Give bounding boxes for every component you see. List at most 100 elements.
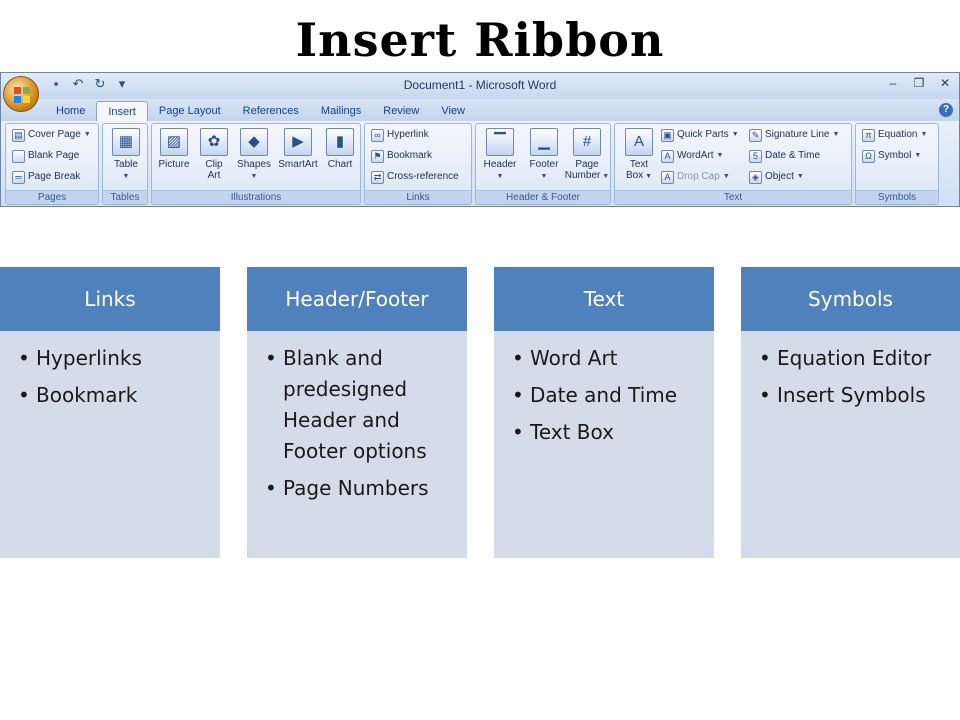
window-title: Document1 - Microsoft Word	[403, 78, 557, 92]
list-item: Bookmark	[18, 380, 210, 411]
minimize-icon[interactable]: –	[885, 76, 901, 90]
header-button[interactable]: ▔ Header ▼	[478, 128, 522, 192]
wordart-button[interactable]: A WordArt ▼	[661, 147, 723, 165]
office-button[interactable]	[3, 76, 39, 112]
date-time-button[interactable]: 5 Date & Time	[749, 147, 820, 165]
blank-page-button[interactable]: Blank Page	[12, 147, 79, 165]
slide-title: Insert Ribbon	[295, 13, 665, 67]
equation-button[interactable]: π Equation ▼	[862, 126, 927, 144]
signature-line-label: Signature Line	[765, 129, 830, 140]
text-box-button[interactable]: A Text Box ▼	[619, 128, 659, 192]
tab-mailings[interactable]: Mailings	[310, 101, 372, 121]
tab-review[interactable]: Review	[372, 101, 430, 121]
card-list: Blank and predesigned Header and Footer …	[247, 331, 467, 504]
list-item: Text Box	[512, 417, 704, 448]
shapes-label: Shapes	[237, 159, 271, 170]
list-item: Date and Time	[512, 380, 704, 411]
quick-parts-button[interactable]: ▣ Quick Parts ▼	[661, 126, 739, 144]
group-label-symbols: Symbols	[856, 190, 938, 204]
group-symbols: π Equation ▼ Ω Symbol ▼ Symbols	[855, 123, 939, 205]
close-icon[interactable]: ✕	[937, 76, 953, 90]
hyperlink-button[interactable]: ∞ Hyperlink	[371, 126, 429, 144]
group-text: A Text Box ▼ ▣ Quick Parts ▼ A WordArt ▼ A Drop…	[614, 123, 852, 205]
list-item: Equation Editor	[759, 343, 950, 374]
text-box-label-1: Text	[629, 159, 649, 170]
office-logo-icon	[14, 87, 30, 103]
card-title: Symbols	[741, 267, 960, 331]
card-symbols: Symbols Equation Editor Insert Symbols	[741, 267, 960, 558]
title-bar: ▪ ↶ ↻ ▾ Document1 - Microsoft Word – ❐ ✕	[1, 73, 959, 99]
bookmark-button[interactable]: ⚑ Bookmark	[371, 147, 432, 165]
object-button[interactable]: ◈ Object ▼	[749, 168, 804, 186]
drop-cap-icon: A	[661, 170, 674, 184]
page-break-label: Page Break	[28, 171, 81, 182]
card-text: Text Word Art Date and Time Text Box	[494, 267, 714, 558]
window-controls: – ❐ ✕	[885, 76, 953, 90]
cover-page-icon: ▤	[12, 128, 25, 142]
drop-cap-button[interactable]: A Drop Cap ▼	[661, 168, 730, 186]
page-number-button[interactable]: # Page Number ▼	[564, 128, 610, 192]
object-label: Object	[765, 171, 794, 182]
chart-button[interactable]: ▮ Chart	[320, 128, 360, 192]
quick-parts-label: Quick Parts	[677, 129, 729, 140]
header-icon: ▔	[486, 128, 514, 156]
drop-cap-label: Drop Cap	[677, 171, 720, 182]
smartart-button[interactable]: ▶ SmartArt	[276, 128, 320, 192]
page-number-label-1: Page	[575, 159, 599, 170]
smartart-icon: ▶	[284, 128, 312, 156]
clip-art-button[interactable]: ✿ Clip Art	[194, 128, 234, 192]
bookmark-icon: ⚑	[371, 149, 384, 163]
chart-icon: ▮	[326, 128, 354, 156]
chart-label: Chart	[327, 159, 353, 170]
list-item: Page Numbers	[265, 473, 457, 504]
blank-page-label: Blank Page	[28, 150, 80, 161]
signature-line-icon: ✎	[749, 128, 762, 142]
symbol-label: Symbol	[878, 150, 912, 161]
list-item: Hyperlinks	[18, 343, 210, 374]
cross-reference-button[interactable]: ⇄ Cross-reference	[371, 168, 459, 186]
page-break-button[interactable]: ═ Page Break	[12, 168, 80, 186]
wordart-icon: A	[661, 149, 674, 163]
cover-page-button[interactable]: ▤ Cover Page ▼	[12, 126, 91, 144]
group-illustrations: ▨ Picture ✿ Clip Art ◆ Shapes ▼ ▶ SmartArt ▮ Ch…	[151, 123, 361, 205]
hyperlink-icon: ∞	[371, 128, 384, 142]
group-label-tables: Tables	[103, 190, 147, 204]
card-header-footer: Header/Footer Blank and predesigned Head…	[247, 267, 467, 558]
tab-references[interactable]: References	[232, 101, 310, 121]
shapes-button[interactable]: ◆ Shapes ▼	[234, 128, 274, 192]
tab-insert[interactable]: Insert	[96, 101, 148, 121]
hyperlink-label: Hyperlink	[387, 129, 429, 140]
list-item: Blank and predesigned Header and Footer …	[265, 343, 457, 467]
page-break-icon: ═	[12, 170, 25, 184]
shapes-icon: ◆	[240, 128, 268, 156]
tab-view[interactable]: View	[430, 101, 476, 121]
picture-button[interactable]: ▨ Picture	[154, 128, 194, 192]
tab-page-layout[interactable]: Page Layout	[148, 101, 232, 121]
footer-label: Footer	[529, 159, 559, 170]
calendar-icon: 5	[749, 149, 762, 163]
table-icon: ▦	[112, 128, 140, 156]
tab-home[interactable]: Home	[45, 101, 96, 121]
omega-icon: Ω	[862, 149, 875, 163]
word-ribbon-screenshot: ▪ ↶ ↻ ▾ Document1 - Microsoft Word – ❐ ✕…	[0, 72, 960, 207]
table-button[interactable]: ▦ Table ▼	[106, 128, 146, 192]
card-title: Text	[494, 267, 714, 331]
page-number-icon: #	[573, 128, 601, 156]
group-label-pages: Pages	[6, 190, 98, 204]
group-label-header-footer: Header & Footer	[476, 190, 610, 204]
quick-parts-icon: ▣	[661, 128, 674, 142]
header-label: Header	[483, 159, 517, 170]
footer-button[interactable]: ▁ Footer ▼	[522, 128, 566, 192]
text-box-label-2: Box	[625, 170, 644, 181]
equation-label: Equation	[878, 129, 918, 140]
wordart-label: WordArt	[677, 150, 714, 161]
ribbon-tab-bar: Home Insert Page Layout References Maili…	[1, 99, 959, 121]
group-links: ∞ Hyperlink ⚑ Bookmark ⇄ Cross-reference Li…	[364, 123, 472, 205]
help-icon[interactable]: ?	[939, 103, 953, 117]
card-list: Equation Editor Insert Symbols	[741, 331, 960, 411]
symbol-button[interactable]: Ω Symbol ▼	[862, 147, 921, 165]
list-item: Word Art	[512, 343, 704, 374]
picture-icon: ▨	[160, 128, 188, 156]
signature-line-button[interactable]: ✎ Signature Line ▼	[749, 126, 839, 144]
restore-icon[interactable]: ❐	[911, 76, 927, 90]
